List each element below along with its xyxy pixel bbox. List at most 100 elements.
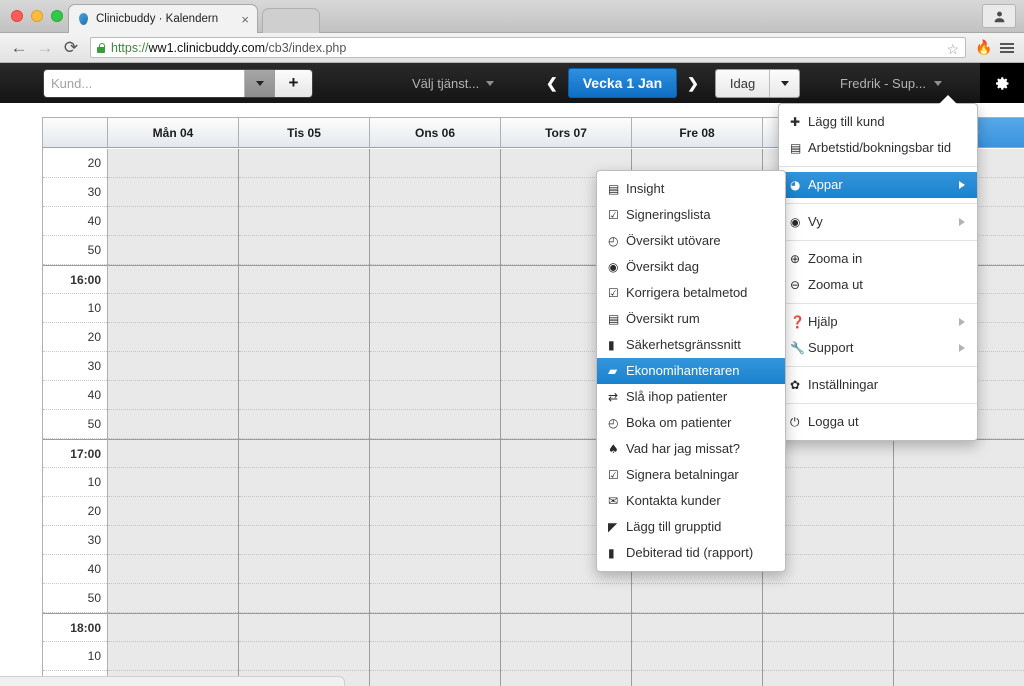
search-input[interactable] (44, 69, 244, 97)
calendar-slot[interactable] (894, 468, 1024, 497)
day-header[interactable]: Tis 05 (239, 118, 370, 147)
menu-item-globe-icon[interactable]: ◕ Appar (779, 172, 977, 198)
app-item-envelope-icon[interactable]: ✉ Kontakta kunder (597, 488, 785, 514)
calendar-slot[interactable] (239, 178, 369, 207)
calendar-slot[interactable] (108, 497, 238, 526)
app-item-merge-icon[interactable]: ⇄ Slå ihop patienter (597, 384, 785, 410)
calendar-slot[interactable] (763, 584, 893, 613)
calendar-slot[interactable] (239, 381, 369, 410)
calendar-slot[interactable] (108, 439, 238, 468)
calendar-slot[interactable] (370, 265, 500, 294)
day-header[interactable]: Tors 07 (501, 118, 632, 147)
forward-icon[interactable]: → (32, 35, 58, 61)
calendar-slot[interactable] (239, 468, 369, 497)
calendar-slot[interactable] (370, 207, 500, 236)
calendar-slot[interactable] (632, 584, 762, 613)
calendar-slot[interactable] (108, 352, 238, 381)
calendar-slot[interactable] (370, 584, 500, 613)
calendar-slot[interactable] (239, 149, 369, 178)
calendar-slot[interactable] (370, 294, 500, 323)
calendar-slot[interactable] (370, 178, 500, 207)
service-select[interactable]: Välj tjänst... (412, 76, 495, 91)
prev-week-button[interactable]: ❮ (544, 75, 560, 92)
calendar-slot[interactable] (894, 642, 1024, 671)
calendar-slot[interactable] (239, 323, 369, 352)
customer-dropdown-button[interactable] (244, 69, 274, 97)
app-item-lock-icon[interactable]: ▮ Säkerhetsgränssnitt (597, 332, 785, 358)
calendar-slot[interactable] (370, 555, 500, 584)
calendar-slot[interactable] (239, 439, 369, 468)
horizontal-scrollbar[interactable] (0, 676, 345, 686)
calendar-slot[interactable] (239, 642, 369, 671)
calendar-slot[interactable] (894, 671, 1024, 686)
menu-item-wrench-icon[interactable]: 🔧 Support (779, 335, 977, 361)
calendar-slot[interactable] (239, 613, 369, 642)
calendar-slot[interactable] (108, 294, 238, 323)
today-dropdown-button[interactable] (769, 69, 800, 97)
maximize-window-button[interactable] (51, 10, 63, 22)
menu-item-gear-icon[interactable]: ✿ Inställningar (779, 372, 977, 398)
minimize-window-button[interactable] (31, 10, 43, 22)
calendar-slot[interactable] (108, 584, 238, 613)
day-header[interactable]: Fre 08 (632, 118, 763, 147)
back-icon[interactable]: ← (6, 35, 32, 61)
calendar-slot[interactable] (239, 497, 369, 526)
app-item-edit-check-icon[interactable]: ☑ Korrigera betalmetod (597, 280, 785, 306)
app-item-edit-check-icon[interactable]: ☑ Signeringslista (597, 202, 785, 228)
calendar-slot[interactable] (763, 613, 893, 642)
calendar-slot[interactable] (239, 265, 369, 294)
close-window-button[interactable] (11, 10, 23, 22)
day-header[interactable]: Ons 06 (370, 118, 501, 147)
calendar-slot[interactable] (370, 468, 500, 497)
app-item-bell-icon[interactable]: ♠ Vad har jag missat? (597, 436, 785, 462)
calendar-slot[interactable] (239, 555, 369, 584)
calendar-slot[interactable] (108, 149, 238, 178)
calendar-slot[interactable] (370, 323, 500, 352)
app-item-edit-check-icon[interactable]: ☑ Signera betalningar (597, 462, 785, 488)
calendar-slot[interactable] (108, 555, 238, 584)
calendar-slot[interactable] (239, 294, 369, 323)
calendar-slot[interactable] (370, 236, 500, 265)
day-header[interactable]: Mån 04 (108, 118, 239, 147)
calendar-slot[interactable] (370, 526, 500, 555)
app-item-briefcase-icon[interactable]: ▰ Ekonomihanteraren (597, 358, 785, 384)
calendar-slot[interactable] (108, 613, 238, 642)
calendar-slot[interactable] (239, 207, 369, 236)
calendar-slot[interactable] (239, 584, 369, 613)
calendar-slot[interactable] (239, 352, 369, 381)
calendar-slot[interactable] (370, 671, 500, 686)
calendar-slot[interactable] (894, 613, 1024, 642)
add-customer-button[interactable]: + (274, 69, 312, 97)
browser-menu-button[interactable] (996, 41, 1018, 55)
profile-button[interactable] (982, 4, 1016, 28)
calendar-slot[interactable] (894, 584, 1024, 613)
calendar-slot[interactable] (108, 178, 238, 207)
calendar-slot[interactable] (501, 671, 631, 686)
next-week-button[interactable]: ❯ (685, 75, 701, 92)
settings-gear-button[interactable] (980, 63, 1024, 103)
calendar-slot[interactable] (894, 439, 1024, 468)
menu-item-eye-icon[interactable]: ◉ Vy (779, 209, 977, 235)
calendar-slot[interactable] (894, 497, 1024, 526)
today-button[interactable]: Idag (715, 69, 770, 97)
bookmark-star-icon[interactable]: ☆ (946, 41, 959, 58)
week-label-button[interactable]: Vecka 1 Jan (567, 68, 678, 98)
calendar-slot[interactable] (108, 468, 238, 497)
calendar-slot[interactable] (108, 526, 238, 555)
menu-item-plus-icon[interactable]: ✚ Lägg till kund (779, 109, 977, 135)
menu-item-help-icon[interactable]: ❓ Hjälp (779, 309, 977, 335)
app-item-clock-icon[interactable]: ◴ Boka om patienter (597, 410, 785, 436)
calendar-slot[interactable] (108, 207, 238, 236)
calendar-slot[interactable] (108, 410, 238, 439)
calendar-slot[interactable] (108, 265, 238, 294)
calendar-slot[interactable] (763, 671, 893, 686)
menu-item-calendar-icon[interactable]: ▤ Arbetstid/bokningsbar tid (779, 135, 977, 161)
app-item-report-icon[interactable]: ▮ Debiterad tid (rapport) (597, 540, 785, 566)
app-item-eye-icon[interactable]: ◉ Översikt dag (597, 254, 785, 280)
browser-tab[interactable]: Clinicbuddy · Kalendern × (68, 4, 258, 33)
close-icon[interactable]: × (241, 13, 249, 26)
calendar-slot[interactable] (501, 613, 631, 642)
user-menu[interactable]: Fredrik - Sup... (840, 76, 942, 91)
calendar-slot[interactable] (632, 642, 762, 671)
app-item-list-icon[interactable]: ▤ Insight (597, 176, 785, 202)
